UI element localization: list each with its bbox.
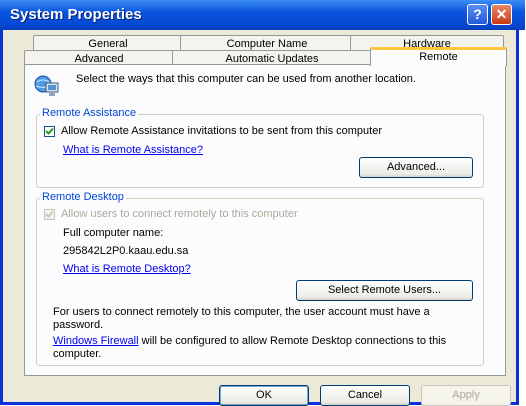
remote-desktop-checkbox-label[interactable]: Allow users to connect remotely to this … <box>61 208 298 220</box>
cancel-button[interactable]: Cancel <box>320 385 410 406</box>
full-computer-name-value: 295842L2P0.kaau.edu.sa <box>63 245 189 257</box>
help-button[interactable]: ? <box>467 4 488 25</box>
remote-computers-icon <box>34 74 60 98</box>
full-computer-name-label: Full computer name: <box>63 227 164 239</box>
select-remote-users-button[interactable]: Select Remote Users... <box>296 280 473 301</box>
advanced-button[interactable]: Advanced... <box>359 157 473 178</box>
intro-text: Select the ways that this computer can b… <box>76 73 416 85</box>
what-is-remote-desktop-link[interactable]: What is Remote Desktop? <box>63 263 191 275</box>
apply-button[interactable]: Apply <box>421 385 511 406</box>
close-icon: ✕ <box>495 6 508 22</box>
check-icon <box>45 127 54 135</box>
remote-assistance-checkbox[interactable] <box>44 126 55 137</box>
what-is-remote-assistance-link[interactable]: What is Remote Assistance? <box>63 144 203 156</box>
window-title: System Properties <box>10 6 142 23</box>
check-icon <box>45 210 54 218</box>
title-bar[interactable]: System Properties ? ✕ <box>0 0 525 30</box>
ok-button[interactable]: OK <box>219 385 309 406</box>
remote-assistance-label: Remote Assistance <box>40 107 139 119</box>
password-note: For users to connect remotely to this co… <box>53 306 430 331</box>
remote-assistance-checkbox-label[interactable]: Allow Remote Assistance invitations to b… <box>61 125 382 137</box>
remote-desktop-checkbox[interactable] <box>44 209 55 220</box>
close-button[interactable]: ✕ <box>491 4 512 25</box>
remote-desktop-label: Remote Desktop <box>40 191 126 203</box>
windows-firewall-link[interactable]: Windows Firewall <box>53 335 139 347</box>
firewall-note: Windows Firewall will be configured to a… <box>53 335 453 361</box>
help-icon: ? <box>473 6 482 22</box>
tab-remote[interactable]: Remote <box>370 47 507 66</box>
